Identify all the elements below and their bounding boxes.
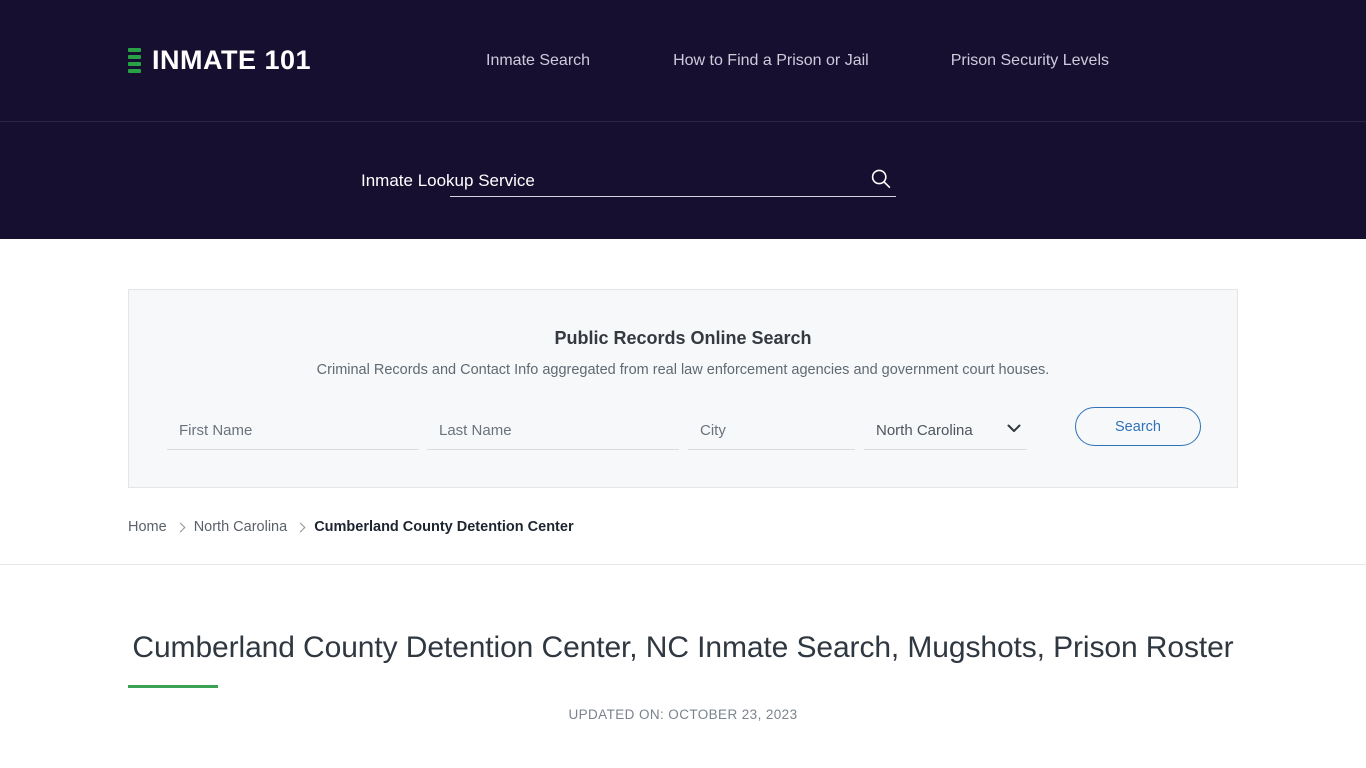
last-name-input[interactable] <box>427 422 679 439</box>
jail-bars-icon <box>128 47 143 75</box>
chevron-right-icon <box>175 522 186 532</box>
state-select[interactable]: North Carolina <box>864 422 1027 439</box>
first-name-input[interactable] <box>167 422 419 439</box>
nav-links: Inmate Search How to Find a Prison or Ja… <box>458 52 1366 69</box>
search-button[interactable]: Search <box>1075 407 1201 446</box>
inmate-lookup-field <box>450 164 896 197</box>
nav-item-prison-security-levels[interactable]: Prison Security Levels <box>951 52 1109 69</box>
article-header: Cumberland County Detention Center, NC I… <box>0 629 1366 722</box>
breadcrumb-item-state[interactable]: North Carolina <box>194 519 288 535</box>
inmate-lookup-input[interactable] <box>450 164 896 197</box>
state-field: North Carolina <box>864 422 1027 450</box>
last-name-field <box>427 422 679 450</box>
brand-logo-link[interactable]: INMATE 101 <box>128 47 458 75</box>
primary-nav-bar: INMATE 101 Inmate Search How to Find a P… <box>0 0 1366 122</box>
site-header: INMATE 101 Inmate Search How to Find a P… <box>0 0 1366 239</box>
breadcrumb-item-current: Cumberland County Detention Center <box>314 519 574 535</box>
first-name-field <box>167 422 419 450</box>
brand-name: INMATE 101 <box>152 45 312 75</box>
city-field <box>688 422 855 450</box>
public-records-panel: Public Records Online Search Criminal Re… <box>128 289 1238 488</box>
section-divider <box>0 564 1366 565</box>
page-title: Cumberland County Detention Center, NC I… <box>132 631 1234 664</box>
city-input[interactable] <box>688 422 855 439</box>
public-records-search-form: North Carolina Search <box>165 407 1201 450</box>
nav-item-inmate-search[interactable]: Inmate Search <box>486 52 590 69</box>
panel-title: Public Records Online Search <box>554 328 812 348</box>
search-icon[interactable] <box>870 167 892 189</box>
breadcrumb: Home North Carolina Cumberland County De… <box>128 517 1238 537</box>
inmate-lookup-label: Inmate Lookup Service <box>361 170 535 190</box>
title-accent-rule <box>128 685 218 689</box>
panel-subtitle: Criminal Records and Contact Info aggreg… <box>316 362 1050 378</box>
nav-item-how-to-find-a-prison-or-jail[interactable]: How to Find a Prison or Jail <box>673 52 869 69</box>
breadcrumb-item-home[interactable]: Home <box>128 519 167 535</box>
inmate-lookup-bar: Inmate Lookup Service <box>0 122 1366 239</box>
chevron-right-icon <box>295 522 306 532</box>
updated-on-text: UPDATED ON: OCTOBER 23, 2023 <box>568 707 798 723</box>
